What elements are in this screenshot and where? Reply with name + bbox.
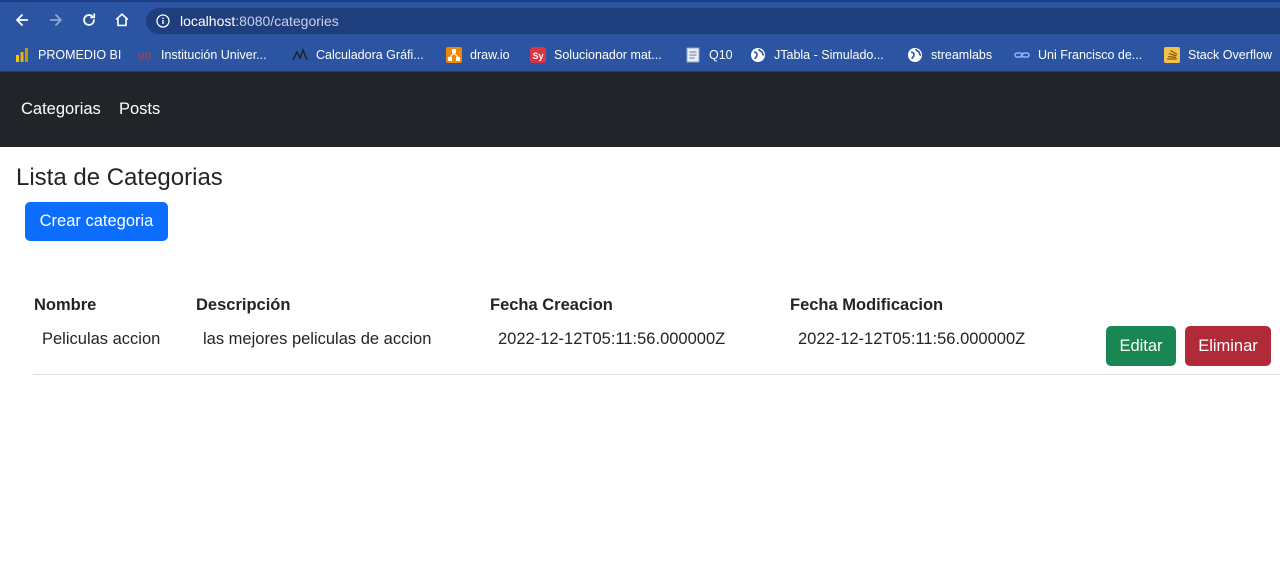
stackoverflow-icon (1164, 47, 1180, 63)
institution-icon: UD (137, 47, 153, 63)
edit-button[interactable]: Editar (1106, 326, 1176, 366)
create-category-button[interactable]: Crear categoria (25, 202, 168, 241)
column-header-nombre: Nombre (34, 296, 97, 314)
bookmarks-bar: PROMEDIO BI UD Institución Univer... Cal… (0, 38, 1280, 72)
bookmark-drawio[interactable]: draw.io (446, 46, 510, 64)
cell-fecha-creacion: 2022-12-12T05:11:56.000000Z (498, 330, 726, 348)
nav-link-posts[interactable]: Posts (119, 100, 160, 119)
link-icon (1014, 47, 1030, 63)
row-divider (33, 374, 1280, 375)
bookmark-solucionador[interactable]: Sy Solucionador mat... (530, 46, 662, 64)
app-navbar: Categorias Posts (0, 72, 1280, 147)
home-icon[interactable] (112, 10, 132, 30)
bookmark-promedio-bi[interactable]: PROMEDIO BI (14, 46, 121, 64)
reload-icon[interactable] (79, 10, 99, 30)
browser-toolbar: localhost:8080/categories (0, 0, 1280, 38)
bookmark-jtabla[interactable]: JTabla - Simulado... (750, 46, 884, 64)
delete-button[interactable]: Eliminar (1185, 326, 1271, 366)
column-header-fecha-modificacion: Fecha Modificacion (790, 296, 944, 314)
svg-text:UD: UD (138, 51, 151, 61)
drawio-icon (446, 47, 462, 63)
cell-fecha-modificacion: 2022-12-12T05:11:56.000000Z (798, 330, 1026, 348)
cell-nombre: Peliculas accion (42, 330, 161, 348)
calculator-graph-icon (292, 47, 308, 63)
url-text: localhost:8080/categories (180, 13, 339, 29)
document-icon (685, 47, 701, 63)
sy-icon: Sy (530, 47, 546, 63)
forward-icon[interactable] (46, 10, 66, 30)
bookmark-calculadora[interactable]: Calculadora Gráfi... (292, 46, 424, 64)
column-header-fecha-creacion: Fecha Creacion (490, 296, 613, 314)
bookmark-stack-overflow[interactable]: Stack Overflow (1164, 46, 1272, 64)
bookmark-institucion[interactable]: UD Institución Univer... (137, 46, 267, 64)
cell-descripcion: las mejores peliculas de accion (203, 330, 432, 348)
globe-icon (750, 47, 766, 63)
svg-text:Sy: Sy (533, 51, 544, 61)
page-title: Lista de Categorias (16, 164, 223, 191)
bookmark-streamlabs[interactable]: streamlabs (907, 46, 992, 64)
address-bar[interactable]: localhost:8080/categories (146, 8, 1280, 34)
site-info-icon[interactable] (156, 14, 170, 28)
column-header-descripcion: Descripción (196, 296, 291, 314)
bookmark-uni-francisco[interactable]: Uni Francisco de... (1014, 46, 1142, 64)
bookmark-q10[interactable]: Q10 (685, 46, 733, 64)
back-icon[interactable] (12, 10, 32, 30)
powerbi-icon (14, 47, 30, 63)
globe-icon (907, 47, 923, 63)
nav-link-categorias[interactable]: Categorias (21, 100, 101, 119)
